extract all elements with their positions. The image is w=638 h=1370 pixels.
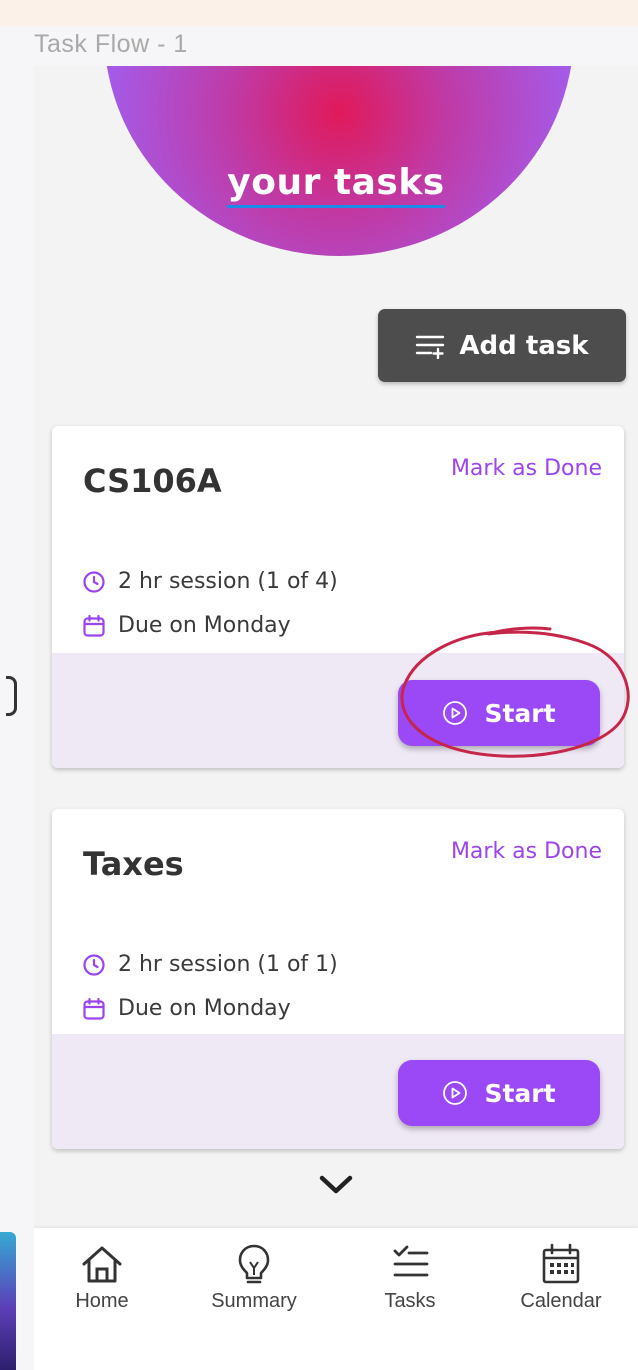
add-task-label: Add task — [459, 330, 589, 361]
lightbulb-icon — [238, 1244, 270, 1284]
play-circle-icon — [443, 701, 468, 725]
frame-title: Task Flow - 1 — [34, 30, 188, 58]
nav-item-summary[interactable]: Summary — [194, 1242, 314, 1313]
start-label: Start — [484, 698, 556, 728]
session-text: 2 hr session (1 of 4) — [118, 569, 338, 594]
due-info: Due on Monday — [82, 613, 291, 638]
start-label: Start — [484, 1078, 556, 1108]
start-button[interactable]: Start — [398, 1060, 600, 1126]
chevron-down-icon[interactable] — [316, 1172, 356, 1198]
due-text: Due on Monday — [118, 613, 291, 638]
clock-icon — [83, 570, 105, 593]
edge-bracket-mark — [6, 676, 17, 716]
due-text: Due on Monday — [118, 996, 291, 1021]
home-icon — [82, 1246, 122, 1283]
due-info: Due on Monday — [82, 996, 291, 1021]
calendar-small-icon — [83, 614, 105, 637]
session-info: 2 hr session (1 of 1) — [82, 952, 338, 977]
task-title: Taxes — [83, 845, 184, 883]
bottom-nav: Home Summary Tasks Calendar — [34, 1228, 638, 1370]
mark-as-done-link[interactable]: Mark as Done — [451, 839, 602, 864]
nav-label-summary: Summary — [211, 1290, 297, 1312]
nav-item-tasks[interactable]: Tasks — [370, 1242, 450, 1313]
nav-item-calendar[interactable]: Calendar — [506, 1242, 616, 1313]
task-title: CS106A — [83, 462, 222, 500]
play-circle-icon — [443, 1081, 468, 1105]
calendar-icon — [542, 1243, 580, 1284]
mark-as-done-link[interactable]: Mark as Done — [451, 456, 602, 481]
nav-label-tasks: Tasks — [384, 1290, 436, 1312]
start-button[interactable]: Start — [398, 680, 600, 746]
nav-item-home[interactable]: Home — [62, 1242, 142, 1313]
add-list-icon — [416, 335, 445, 359]
session-info: 2 hr session (1 of 4) — [82, 569, 338, 594]
background-gradient-decoration — [0, 1232, 16, 1370]
add-task-button[interactable]: Add task — [378, 309, 626, 382]
task-card: Taxes Mark as Done 2 hr session (1 of 1)… — [52, 809, 624, 1149]
nav-label-calendar: Calendar — [520, 1290, 602, 1312]
phone-screen: your tasks Add task CS106A Mark as Done … — [34, 66, 638, 1370]
clock-icon — [83, 953, 105, 976]
top-band — [0, 0, 638, 26]
page-title: your tasks — [34, 162, 638, 208]
calendar-small-icon — [83, 997, 105, 1020]
nav-label-home: Home — [75, 1290, 129, 1312]
hero-gradient-circle — [104, 66, 574, 256]
session-text: 2 hr session (1 of 1) — [118, 952, 338, 977]
task-card: CS106A Mark as Done 2 hr session (1 of 4… — [52, 426, 624, 768]
checklist-icon — [393, 1245, 429, 1277]
